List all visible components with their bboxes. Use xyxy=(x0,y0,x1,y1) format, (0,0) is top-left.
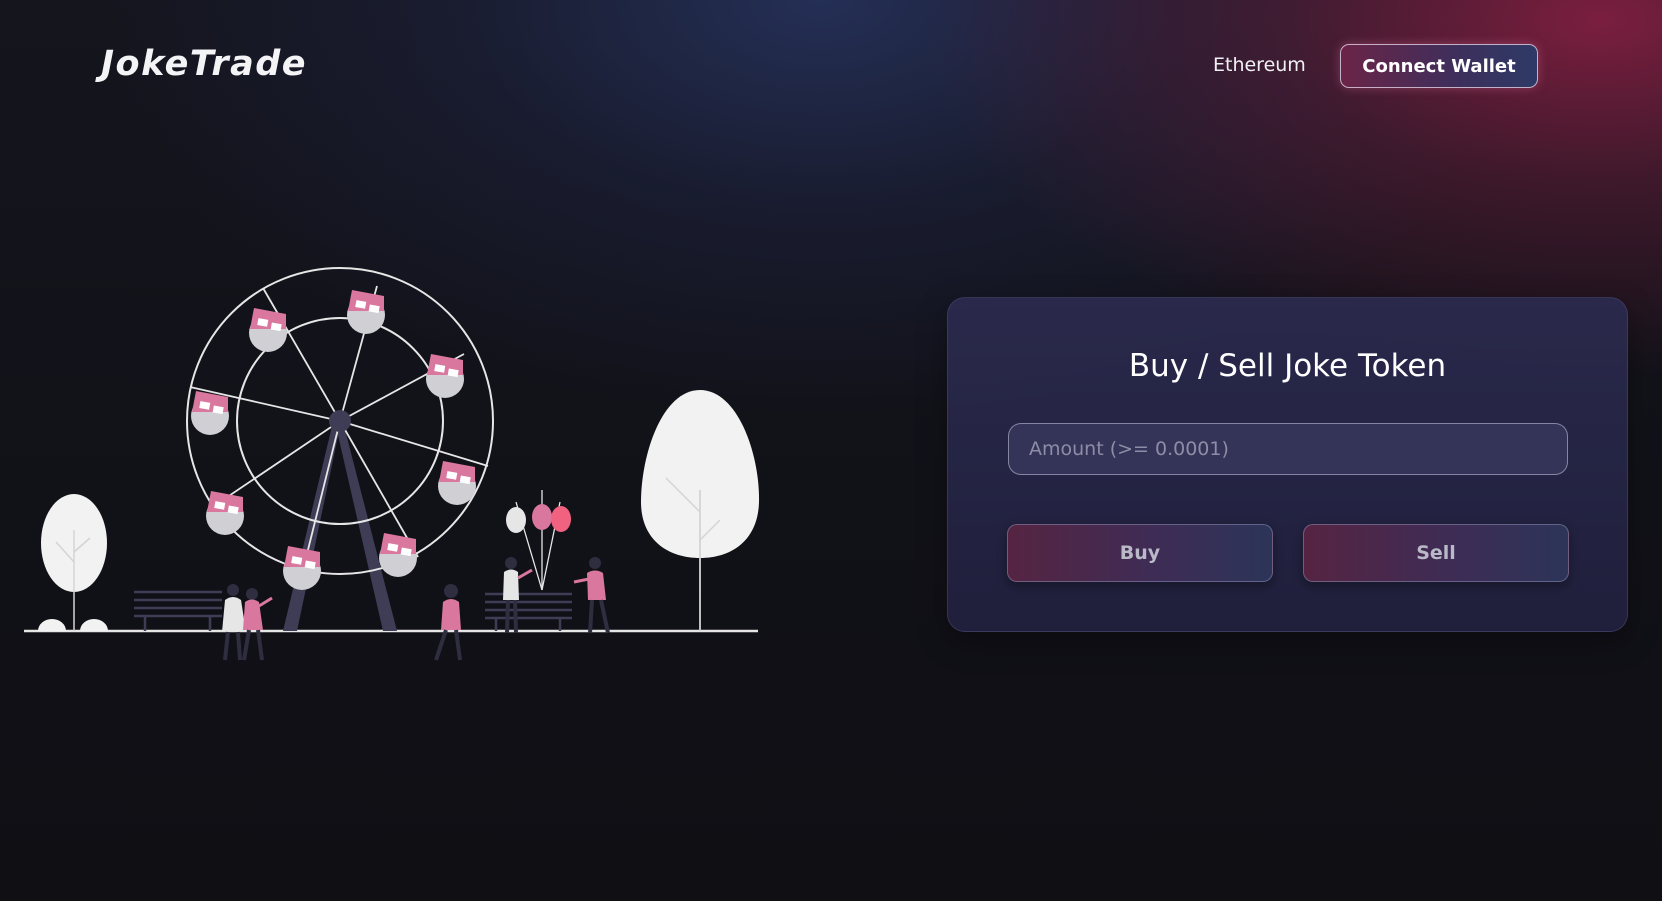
page: JokeTrade Ethereum Connect Wallet Buy / … xyxy=(0,0,1662,901)
brand-logo[interactable]: JokeTrade xyxy=(101,44,307,84)
gondola xyxy=(283,546,321,590)
gondola xyxy=(438,461,476,505)
couple-figures xyxy=(222,584,273,661)
bench xyxy=(134,590,222,631)
large-tree xyxy=(641,390,760,631)
ferris-wheel-illustration xyxy=(24,267,760,661)
bushes xyxy=(38,619,108,631)
gondola xyxy=(249,308,287,352)
buy-button[interactable]: Buy xyxy=(1007,524,1273,582)
gondola xyxy=(191,391,229,435)
card-title: Buy / Sell Joke Token xyxy=(1128,348,1447,384)
ferris-wheel-hub xyxy=(329,410,351,432)
amount-input[interactable] xyxy=(1008,423,1568,475)
gondola xyxy=(379,533,417,577)
pointing-person xyxy=(573,557,610,634)
trade-card: Buy / Sell Joke Token Buy Sell xyxy=(947,297,1628,632)
network-label[interactable]: Ethereum xyxy=(1213,54,1306,76)
gondola xyxy=(347,290,385,334)
small-tree xyxy=(41,494,107,631)
connect-wallet-button[interactable]: Connect Wallet xyxy=(1340,44,1538,88)
sell-button[interactable]: Sell xyxy=(1303,524,1569,582)
gondola xyxy=(426,354,464,398)
gondola xyxy=(206,491,244,535)
walking-person xyxy=(434,584,462,661)
ferris-wheel-legs xyxy=(283,422,397,631)
bench xyxy=(485,592,572,631)
